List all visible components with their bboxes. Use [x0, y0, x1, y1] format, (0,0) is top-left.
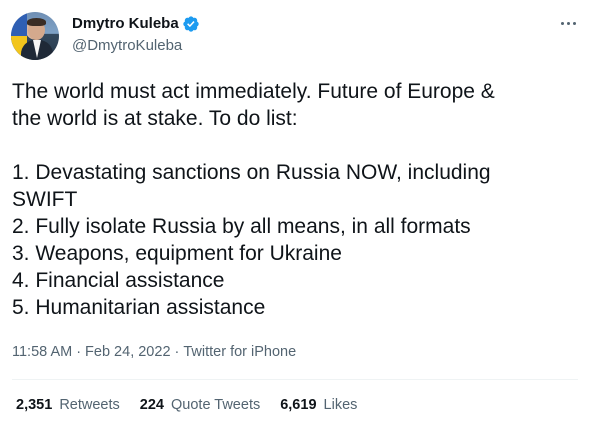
- retweets-label: Retweets: [59, 397, 120, 413]
- retweets-stat[interactable]: 2,351 Retweets: [16, 397, 120, 413]
- tweet-meta: 11:58 AM · Feb 24, 2022 · Twitter for iPhone: [12, 344, 296, 360]
- verified-badge-icon: [183, 16, 199, 32]
- likes-stat[interactable]: 6,619 Likes: [280, 397, 357, 413]
- tweet-card: Dmytro Kuleba @DmytroKuleba The world mu…: [0, 0, 593, 427]
- tweet-time[interactable]: 11:58 AM: [12, 344, 72, 360]
- quote-tweets-stat[interactable]: 224 Quote Tweets: [140, 397, 260, 413]
- meta-separator: ·: [174, 344, 180, 360]
- more-options-icon[interactable]: [558, 15, 578, 31]
- meta-separator: ·: [76, 344, 82, 360]
- tweet-source[interactable]: Twitter for iPhone: [183, 344, 296, 360]
- tweet-stats: 2,351 Retweets 224 Quote Tweets 6,619 Li…: [16, 397, 377, 413]
- display-name[interactable]: Dmytro Kuleba: [72, 15, 179, 32]
- avatar[interactable]: [11, 12, 59, 60]
- likes-count: 6,619: [280, 397, 317, 413]
- quote-tweets-label: Quote Tweets: [171, 397, 261, 413]
- quote-tweets-count: 224: [139, 397, 164, 413]
- tweet-date[interactable]: Feb 24, 2022: [85, 344, 170, 360]
- retweets-count: 2,351: [16, 397, 53, 413]
- avatar-hair: [27, 18, 46, 26]
- tweet-text: The world must act immediately. Future o…: [12, 80, 495, 319]
- user-handle[interactable]: @DmytroKuleba: [72, 37, 182, 54]
- divider: [12, 379, 578, 380]
- likes-label: Likes: [323, 397, 358, 413]
